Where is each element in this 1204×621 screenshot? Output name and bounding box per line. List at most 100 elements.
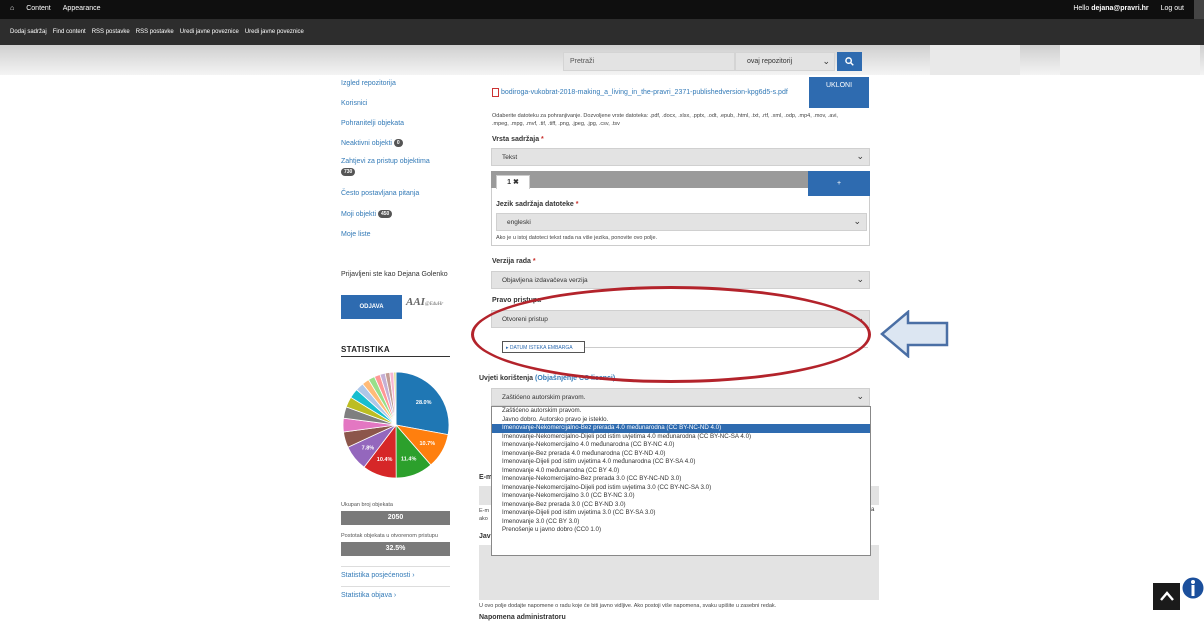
aai-logo: AAI@EduHr bbox=[406, 296, 444, 308]
public-note-help: U ovo polje dodajte napomene o radu koje… bbox=[479, 603, 777, 609]
add-tab-button[interactable]: + bbox=[808, 171, 870, 196]
sidebar-item-label: Izgled repozitorija bbox=[341, 80, 396, 87]
header-sheen bbox=[930, 45, 1020, 75]
sidebar-item-label: Često postavljana pitanja bbox=[341, 190, 420, 197]
divider bbox=[341, 566, 450, 567]
shortcut-rss-settings[interactable]: RSS postavke bbox=[92, 29, 130, 35]
sidebar-item-inactive[interactable]: Neaktivni objekti 0 bbox=[341, 139, 403, 147]
sidebar-item-label: Moji objekti bbox=[341, 210, 377, 218]
statistics-title: STATISTIKA bbox=[341, 345, 390, 354]
license-option[interactable]: Prenošenje u javno dobro (CC0 1.0) bbox=[492, 526, 870, 535]
admin-toolbar: ⌂ Content Appearance Hello dejana@pravri… bbox=[0, 0, 1204, 19]
sidebar-item-label: Korisnici bbox=[341, 100, 368, 107]
license-option[interactable]: Imenovanje-Dijeli pod istim uvjetima 3.0… bbox=[492, 509, 870, 518]
public-note-label: Jav bbox=[479, 533, 491, 540]
toolbar-logout-link[interactable]: Log out bbox=[1161, 5, 1184, 12]
license-option[interactable]: Imenovanje-Nekomercijalno 4.0 međunarodn… bbox=[492, 441, 870, 450]
shortcut-find-content[interactable]: Find content bbox=[53, 29, 86, 35]
header-sheen bbox=[1060, 45, 1200, 75]
file-language-value: engleski bbox=[507, 219, 531, 226]
sidebar-item-label: Neaktivni objekti bbox=[341, 139, 392, 147]
license-option[interactable]: Imenovanje-Nekomercijalno-Dijeli pod ist… bbox=[492, 433, 870, 442]
logged-in-info: Prijavljeni ste kao Dejana Golenko bbox=[341, 271, 448, 278]
sidebar-item-appearance[interactable]: Izgled repozitorija bbox=[341, 80, 396, 87]
admin-note-label: Napomena administratoru bbox=[479, 614, 566, 621]
shortcut-rss-settings-2[interactable]: RSS postavke bbox=[136, 29, 174, 35]
shortcuts-bar: Dodaj sadržaj Find content RSS postavke … bbox=[0, 19, 1204, 45]
chevron-down-icon: ⌄ bbox=[856, 274, 864, 284]
license-option[interactable]: Imenovanje-Nekomercijalno-Bez prerada 4.… bbox=[492, 424, 870, 433]
search-button[interactable] bbox=[837, 52, 862, 71]
open-access-value: 32.5% bbox=[341, 542, 450, 556]
sidebar-item-my-objects[interactable]: Moji objekti 450 bbox=[341, 210, 393, 218]
shortcut-edit-links-2[interactable]: Uredi javne poveznice bbox=[245, 29, 304, 35]
license-option[interactable]: Zaštićeno autorskim pravom. bbox=[492, 407, 870, 416]
pie-slice-label: 10.7% bbox=[420, 441, 436, 447]
logout-button[interactable]: ODJAVA bbox=[341, 295, 402, 319]
accessibility-icon[interactable] bbox=[1182, 576, 1204, 604]
uploaded-file-link[interactable]: bodiroga-vukobrat-2018-making_a_living_i… bbox=[501, 89, 788, 96]
annotation-arrow-icon bbox=[880, 310, 949, 358]
terms-value: Zaštićeno autorskim pravom. bbox=[502, 394, 586, 401]
content-type-value: Tekst bbox=[502, 154, 518, 161]
chevron-down-icon: ⌄ bbox=[853, 216, 861, 226]
shortcut-edit-links[interactable]: Uredi javne poveznice bbox=[180, 29, 239, 35]
toolbar-appearance-link[interactable]: Appearance bbox=[63, 5, 101, 12]
pie-slice-label: 28.0% bbox=[416, 400, 432, 406]
shortcut-add-content[interactable]: Dodaj sadržaj bbox=[10, 29, 47, 35]
sidebar-item-depositors[interactable]: Pohranitelji objekata bbox=[341, 120, 404, 127]
visits-statistics-link[interactable]: Statistika posjećenosti › bbox=[341, 572, 415, 579]
license-option[interactable]: Imenovanje 3.0 (CC BY 3.0) bbox=[492, 518, 870, 527]
chevron-up-icon bbox=[1159, 591, 1174, 601]
file-help-text: Odaberite datoteku za pohranjivanje. Doz… bbox=[492, 113, 838, 127]
license-dropdown-list[interactable]: Zaštićeno autorskim pravom. Javno dobro. … bbox=[491, 406, 871, 556]
license-option[interactable]: Imenovanje-Bez prerada 4.0 međunarodna (… bbox=[492, 450, 870, 459]
file-language-select[interactable]: engleski ⌄ bbox=[496, 213, 867, 231]
pie-slice-label: 10.4% bbox=[377, 457, 393, 463]
open-access-label: Postotak objekata u otvorenom pristupu bbox=[341, 533, 438, 539]
chevron-down-icon: ⌄ bbox=[856, 151, 864, 161]
content-type-select[interactable]: Tekst ⌄ bbox=[491, 148, 870, 166]
toolbar-greeting: Hello dejana@pravri.hr bbox=[1073, 5, 1149, 12]
sidebar-item-users[interactable]: Korisnici bbox=[341, 100, 367, 107]
home-icon[interactable]: ⌂ bbox=[10, 5, 14, 12]
count-badge: 450 bbox=[377, 210, 393, 218]
divider bbox=[341, 356, 450, 357]
scroll-to-top-button[interactable] bbox=[1153, 583, 1180, 610]
license-option[interactable]: Imenovanje-Dijeli pod istim uvjetima 4.0… bbox=[492, 458, 870, 467]
terms-select[interactable]: Zaštićeno autorskim pravom. ⌄ bbox=[491, 388, 870, 406]
total-objects-label: Ukupan broj objekata bbox=[341, 502, 393, 508]
search-icon bbox=[845, 57, 854, 66]
search-input[interactable]: Pretraži bbox=[563, 52, 735, 71]
pie-slice-label: 11.4% bbox=[401, 457, 416, 463]
license-option[interactable]: Javno dobro. Autorsko pravo je isteklo. bbox=[492, 416, 870, 425]
sidebar-item-label: Pohranitelji objekata bbox=[341, 120, 405, 127]
pie-slice-label: 7.8% bbox=[362, 446, 375, 452]
license-option[interactable]: Imenovanje-Nekomercijalno-Bez prerada 3.… bbox=[492, 475, 870, 484]
license-option[interactable]: Imenovanje-Nekomercijalno 3.0 (CC BY-NC … bbox=[492, 492, 870, 501]
search-scope-select[interactable]: ovaj repozitorij ⌄ bbox=[735, 52, 835, 71]
statistics-pie-chart: 28.0% 10.7% 11.4% 10.4%7.8% bbox=[342, 371, 450, 479]
sidebar-item-faq[interactable]: Često postavljana pitanja bbox=[341, 190, 419, 197]
count-badge: 0 bbox=[393, 139, 403, 147]
toolbar-content-link[interactable]: Content bbox=[26, 5, 51, 12]
content-type-label: Vrsta sadržaja * bbox=[492, 136, 544, 143]
toolbar-toggle[interactable] bbox=[1194, 0, 1204, 19]
sidebar-item-label: Zahtjevi za pristup objektima bbox=[341, 158, 430, 165]
close-circle-icon[interactable]: ✖ bbox=[513, 179, 519, 186]
chevron-down-icon: ⌄ bbox=[856, 391, 864, 401]
divider bbox=[341, 586, 450, 587]
license-option[interactable]: Imenovanje-Nekomercijalno-Dijeli pod ist… bbox=[492, 484, 870, 493]
publications-statistics-link[interactable]: Statistika objava › bbox=[341, 592, 396, 599]
chevron-down-icon: ⌄ bbox=[822, 56, 830, 66]
version-label: Verzija rada * bbox=[492, 258, 536, 265]
license-option[interactable]: Imenovanje 4.0 međunarodna (CC BY 4.0) bbox=[492, 467, 870, 476]
license-option[interactable]: Imenovanje-Bez prerada 3.0 (CC BY-ND 3.0… bbox=[492, 501, 870, 510]
remove-file-button[interactable]: UKLONI bbox=[809, 77, 869, 108]
sidebar-item-access-requests[interactable]: Zahtjevi za pristup objektima 730 bbox=[341, 158, 430, 176]
tab-1[interactable]: 1 ✖ bbox=[496, 175, 530, 189]
sidebar-item-my-lists[interactable]: Moje liste bbox=[341, 231, 371, 238]
language-help-text: Ako je u istoj datoteci tekst rada na vi… bbox=[496, 235, 658, 241]
sidebar-item-label: Moje liste bbox=[341, 231, 371, 238]
email-help-text: E-m ako bbox=[479, 508, 490, 522]
